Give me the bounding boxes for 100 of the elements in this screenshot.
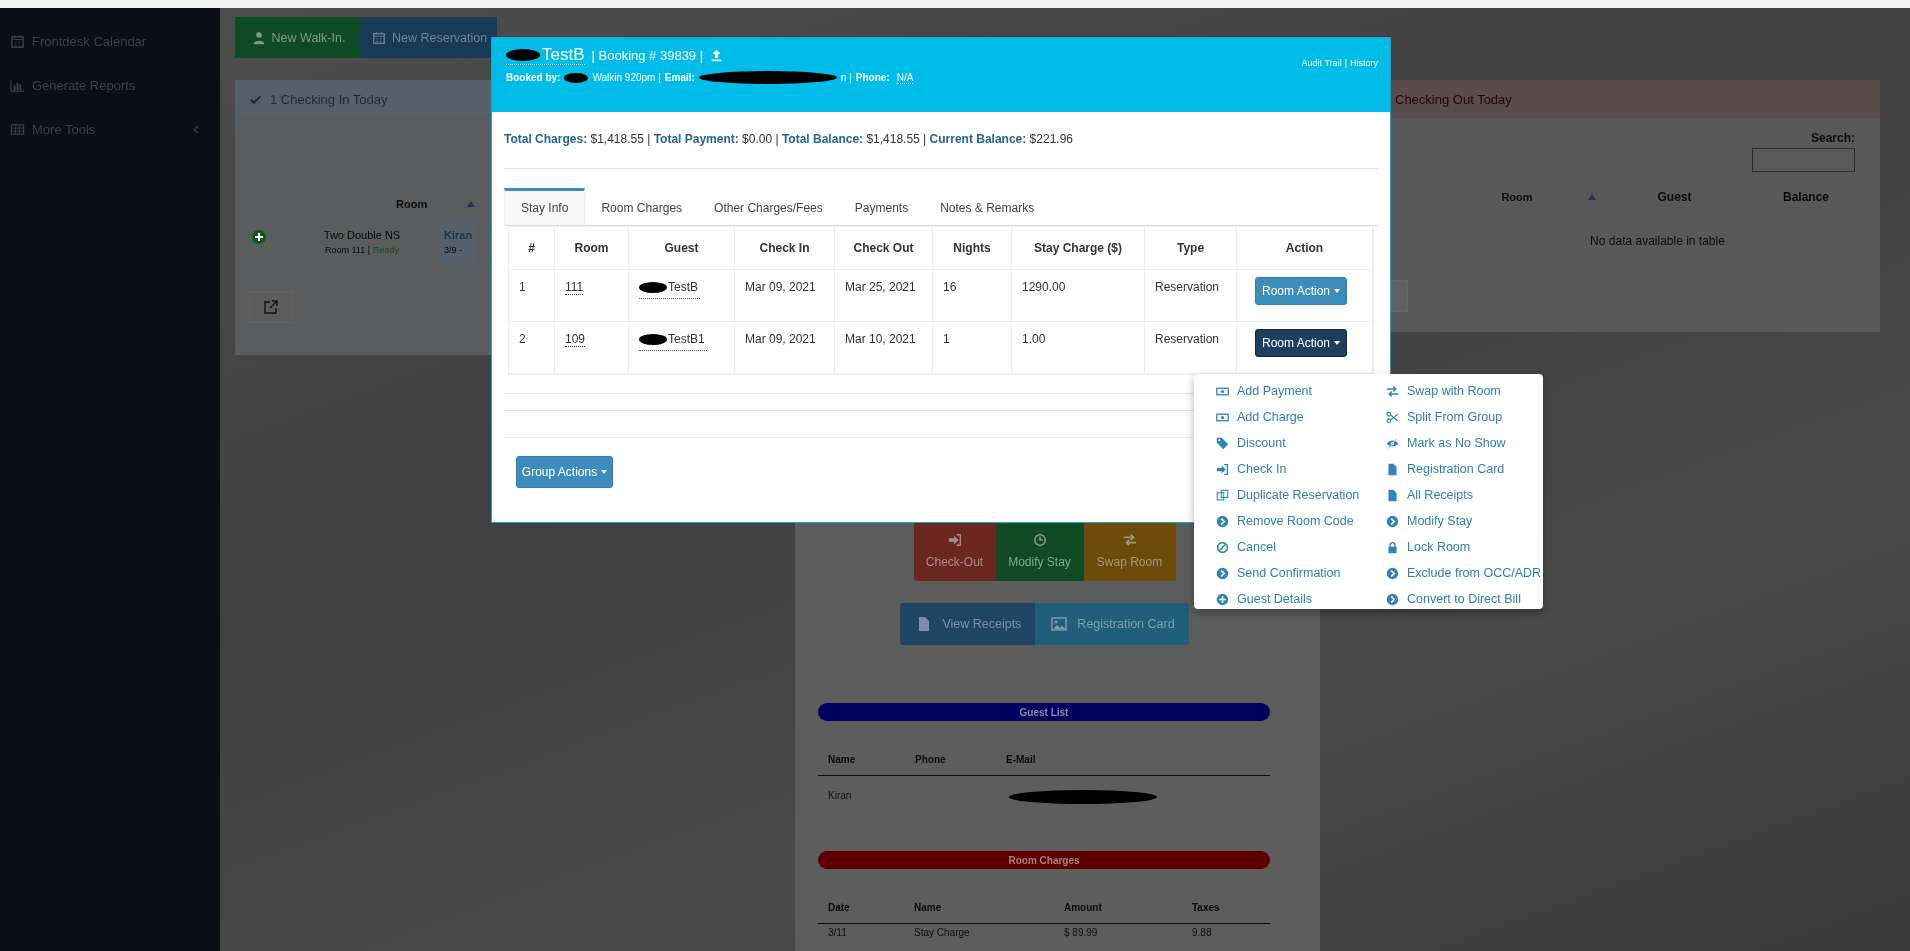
calendar-icon bbox=[10, 33, 25, 49]
toolbar-button[interactable]: New Reservation bbox=[360, 17, 498, 58]
chevron-circle-icon bbox=[1386, 592, 1399, 606]
sort-icon[interactable] bbox=[467, 201, 476, 207]
link-button[interactable]: Registration Card bbox=[1035, 603, 1189, 645]
action-button[interactable]: Check-Out bbox=[913, 521, 996, 581]
upload-icon bbox=[710, 49, 724, 62]
tab[interactable]: Notes & Remarks bbox=[924, 188, 1051, 225]
file-icon bbox=[1386, 462, 1399, 476]
tab[interactable]: Room Charges bbox=[585, 188, 699, 225]
menu-item[interactable]: Send Confirmation bbox=[1208, 560, 1378, 586]
plus-circle-icon bbox=[1216, 592, 1229, 606]
column-header: Room bbox=[1500, 191, 1534, 203]
menu-item[interactable]: Registration Card bbox=[1378, 456, 1543, 482]
menu-item[interactable]: Add Payment bbox=[1208, 378, 1378, 404]
menu-item[interactable]: Discount bbox=[1208, 430, 1378, 456]
clock-icon bbox=[1032, 533, 1047, 547]
tab[interactable]: Stay Info bbox=[504, 188, 586, 225]
action-button[interactable]: Swap Room bbox=[1083, 521, 1176, 581]
menu-item[interactable]: Add Charge bbox=[1208, 404, 1378, 430]
menu-item[interactable]: Duplicate Reservation bbox=[1208, 482, 1378, 508]
room-status: Ready bbox=[373, 245, 399, 255]
field-label: Email: bbox=[664, 72, 695, 83]
table-cell: 16 bbox=[933, 270, 1012, 322]
caret-icon bbox=[1334, 289, 1340, 293]
menu-item[interactable]: Modify Stay bbox=[1378, 508, 1543, 534]
link-button[interactable]: View Receipts bbox=[900, 603, 1036, 645]
panel-title: Checking Out Today bbox=[1395, 91, 1512, 107]
caret-icon bbox=[1334, 341, 1340, 345]
menu-item[interactable]: Remove Room Code bbox=[1208, 508, 1378, 534]
search-field[interactable] bbox=[1752, 148, 1855, 172]
menu-item[interactable]: Convert to Direct Bill bbox=[1378, 586, 1543, 612]
room-action-button[interactable]: Room Action bbox=[1255, 277, 1347, 305]
tab[interactable]: Payments bbox=[838, 188, 925, 225]
tab[interactable]: Other Charges/Fees bbox=[698, 188, 839, 225]
guest-link[interactable]: TestB1 bbox=[639, 328, 707, 351]
column-header: # bbox=[509, 227, 555, 270]
sort-icon[interactable] bbox=[1588, 194, 1596, 200]
section-header: Guest List bbox=[818, 703, 1270, 721]
group-actions-button[interactable]: Group Actions bbox=[516, 456, 613, 488]
column-header: Room bbox=[396, 198, 428, 210]
table-cell: Mar 09, 2021 bbox=[735, 270, 835, 322]
menu-item[interactable]: Lock Room bbox=[1378, 534, 1543, 560]
room-action-button[interactable]: Room Action bbox=[1255, 329, 1347, 357]
chevron-circle-icon bbox=[1386, 514, 1399, 528]
guest-link[interactable]: TestB bbox=[639, 276, 700, 299]
column-header: Balance bbox=[1782, 190, 1830, 204]
room-number: Room 111 | bbox=[324, 245, 370, 255]
table-cell: 1.00 bbox=[1012, 322, 1145, 374]
menu-item[interactable]: Exclude from OCC/ADR bbox=[1378, 560, 1543, 586]
menu-item[interactable]: Split From Group bbox=[1378, 404, 1543, 430]
section-header: Room Charges bbox=[818, 851, 1270, 869]
sign-in-icon bbox=[947, 533, 962, 547]
chevron-circle-icon bbox=[1216, 566, 1229, 580]
action-button[interactable]: Modify Stay bbox=[995, 521, 1084, 581]
toolbar-button[interactable]: New Walk-In. bbox=[235, 17, 360, 58]
field-value: Walkin 920pm | bbox=[592, 72, 661, 83]
scissors-icon bbox=[1386, 410, 1399, 424]
table-cell-text: Kiran bbox=[827, 789, 853, 803]
open-external-button[interactable] bbox=[249, 291, 293, 323]
column-header: Action bbox=[1237, 227, 1373, 270]
column-header: Check Out bbox=[835, 227, 933, 270]
table-cell: Mar 09, 2021 bbox=[735, 322, 835, 374]
menu-item[interactable]: Check In bbox=[1208, 456, 1378, 482]
column-header: Guest bbox=[629, 227, 735, 270]
menu-item[interactable]: All Receipts bbox=[1378, 482, 1543, 508]
field-value: n | bbox=[840, 72, 852, 83]
column-header: Phone bbox=[905, 740, 996, 776]
table-cell: 1290.00 bbox=[1012, 270, 1145, 322]
grid-icon bbox=[10, 121, 25, 137]
empty-message: No data available in table bbox=[1589, 234, 1726, 248]
ban-icon bbox=[1216, 540, 1229, 554]
totals-summary: Total Charges: $1,418.55 | Total Payment: $0.00 | Total Balance: $1,418.55 | Current Balance: $221.96 bbox=[504, 132, 1378, 169]
table-cell: Mar 10, 2021 bbox=[835, 322, 933, 374]
table-cell-text: $ 89.99 bbox=[1063, 926, 1099, 940]
table-cell: Mar 25, 2021 bbox=[835, 270, 933, 322]
booking-number: | Booking # 39839 | bbox=[591, 48, 704, 63]
column-header: Name bbox=[818, 740, 905, 776]
menu-item[interactable]: Mark as No Show bbox=[1378, 430, 1543, 456]
column-header: Taxes bbox=[1182, 888, 1270, 924]
column-header: E-Mail bbox=[996, 740, 1270, 776]
menu-item[interactable]: Guest Details bbox=[1208, 586, 1378, 612]
calendar-icon bbox=[372, 30, 386, 45]
room-type: Two Double NS bbox=[323, 229, 401, 241]
column-header: Date bbox=[818, 888, 904, 924]
table-cell: 1 bbox=[509, 270, 555, 322]
column-header: Nights bbox=[933, 227, 1012, 270]
room-link[interactable]: 111 bbox=[565, 280, 584, 295]
room-link[interactable]: 109 bbox=[565, 332, 586, 347]
column-header: Check In bbox=[735, 227, 835, 270]
search-label: Search: bbox=[1810, 131, 1855, 145]
menu-item[interactable]: Swap with Room bbox=[1378, 378, 1543, 404]
image-icon bbox=[1051, 616, 1068, 632]
table-cell: Reservation bbox=[1145, 270, 1237, 322]
plus-circle-icon bbox=[251, 229, 267, 245]
tag-icon bbox=[1216, 436, 1229, 450]
table-cell-text: Stay Charge bbox=[913, 926, 971, 940]
field-label: Booked by: bbox=[506, 72, 561, 83]
file-icon bbox=[1386, 488, 1399, 502]
menu-item[interactable]: Cancel bbox=[1208, 534, 1378, 560]
